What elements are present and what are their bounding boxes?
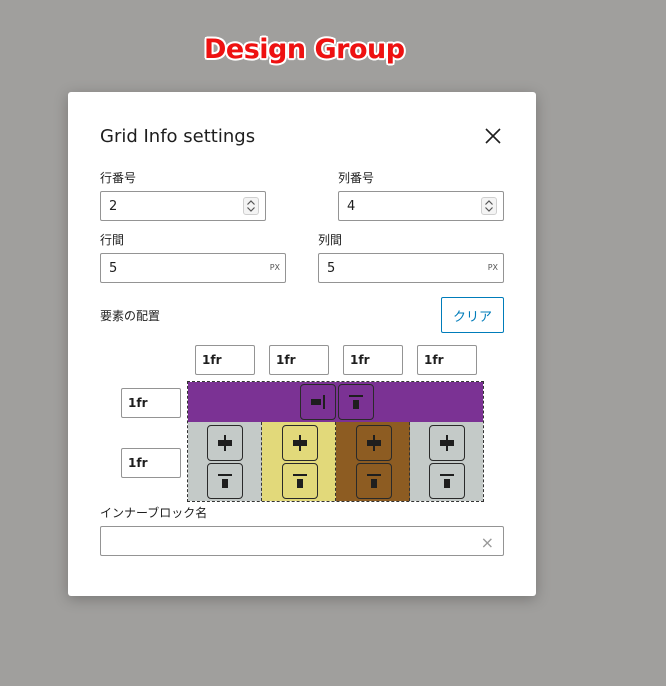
grid-cell-row1[interactable] bbox=[188, 382, 483, 422]
row-gap-input[interactable] bbox=[101, 254, 285, 282]
col-gap-label: 列間 bbox=[318, 233, 343, 247]
col-gap-field: PX bbox=[318, 253, 504, 283]
inner-block-label: インナーブロック名 bbox=[100, 506, 208, 520]
placement-label: 要素の配置 bbox=[100, 309, 161, 323]
align-center-icon[interactable] bbox=[282, 425, 318, 461]
col-size-field bbox=[343, 345, 403, 375]
align-center-icon[interactable] bbox=[356, 425, 392, 461]
grid-cell-r2c4[interactable] bbox=[410, 422, 483, 501]
grid-cell-r2c1[interactable] bbox=[188, 422, 262, 501]
align-center-icon[interactable] bbox=[429, 425, 465, 461]
rows-spinner-icon[interactable] bbox=[243, 197, 259, 215]
align-top-icon[interactable] bbox=[338, 384, 374, 420]
grid-cell-r2c3[interactable] bbox=[336, 422, 410, 501]
row-size-field bbox=[121, 448, 181, 478]
cols-spinner-icon[interactable] bbox=[481, 197, 497, 215]
align-top-icon[interactable] bbox=[282, 463, 318, 499]
grid-preview bbox=[187, 381, 484, 502]
align-center-icon[interactable] bbox=[207, 425, 243, 461]
rows-label: 行番号 bbox=[100, 171, 137, 185]
col-size-input[interactable] bbox=[270, 346, 328, 374]
row-size-field bbox=[121, 388, 181, 418]
modal-title: Grid Info settings bbox=[100, 126, 256, 147]
col-size-field bbox=[195, 345, 255, 375]
row-gap-field: PX bbox=[100, 253, 286, 283]
clear-x-icon[interactable]: × bbox=[481, 533, 494, 552]
col-size-input[interactable] bbox=[196, 346, 254, 374]
col-gap-input[interactable] bbox=[319, 254, 503, 282]
cols-number-input[interactable] bbox=[339, 192, 503, 220]
align-top-icon[interactable] bbox=[207, 463, 243, 499]
grid-info-settings-modal: Grid Info settings 行番号 列番号 行間 PX 列間 PX 要… bbox=[68, 92, 536, 596]
rows-number-field bbox=[100, 191, 266, 221]
cols-label: 列番号 bbox=[338, 171, 375, 185]
row-gap-label: 行間 bbox=[100, 233, 125, 247]
clear-button[interactable]: クリア bbox=[441, 297, 504, 333]
grid-cell-r2c2[interactable] bbox=[262, 422, 336, 501]
col-size-input[interactable] bbox=[344, 346, 402, 374]
inner-block-input[interactable] bbox=[101, 527, 503, 555]
row-size-input[interactable] bbox=[122, 389, 180, 417]
col-gap-unit[interactable]: PX bbox=[488, 263, 498, 272]
align-top-icon[interactable] bbox=[429, 463, 465, 499]
align-top-icon[interactable] bbox=[356, 463, 392, 499]
rows-number-input[interactable] bbox=[101, 192, 265, 220]
align-right-icon[interactable] bbox=[300, 384, 336, 420]
design-group-banner: Design Group bbox=[204, 34, 405, 65]
col-size-field bbox=[417, 345, 477, 375]
col-size-input[interactable] bbox=[418, 346, 476, 374]
cols-number-field bbox=[338, 191, 504, 221]
inner-block-field: × bbox=[100, 526, 504, 556]
close-icon[interactable] bbox=[482, 125, 504, 147]
row-gap-unit[interactable]: PX bbox=[270, 263, 280, 272]
row-size-input[interactable] bbox=[122, 449, 180, 477]
col-size-field bbox=[269, 345, 329, 375]
